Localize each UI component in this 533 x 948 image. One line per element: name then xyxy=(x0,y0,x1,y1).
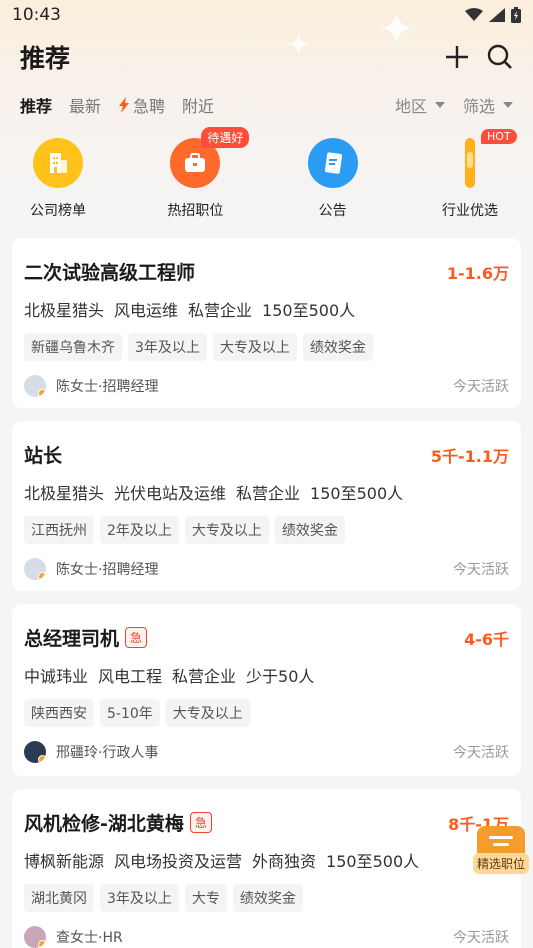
tag: 新疆乌鲁木齐 xyxy=(24,333,122,361)
featured-jobs-label: 精选职位 xyxy=(472,853,529,874)
urgent-badge: 急 xyxy=(125,627,148,648)
tag: 3年及以上 xyxy=(128,333,207,361)
status-time: 10:43 xyxy=(12,5,61,25)
badge-good-benefits: 待遇好 xyxy=(201,127,250,148)
tab-urgent[interactable]: 急聘 xyxy=(118,93,165,117)
search-icon[interactable] xyxy=(487,44,513,70)
quick-link-label: 公司榜单 xyxy=(30,203,86,219)
badge-hot: HOT xyxy=(480,129,517,144)
tag: 绩效奖金 xyxy=(232,884,303,912)
tag: 绩效奖金 xyxy=(302,333,373,361)
urgent-badge: 急 xyxy=(189,812,212,833)
medal-icon xyxy=(462,138,478,188)
document-icon xyxy=(307,138,358,188)
caret-down-icon xyxy=(434,102,445,108)
avatar xyxy=(24,741,46,763)
quick-link-label: 热招职位 xyxy=(167,203,224,219)
job-tags: 江西抚州 2年及以上 大专及以上 绩效奖金 xyxy=(24,516,509,544)
job-card[interactable]: 总经理司机 急 4-6千 中诚玮业 风电工程 私营企业 少于50人 陕西西安 5… xyxy=(12,604,521,776)
quick-link-label: 行业优选 xyxy=(441,203,498,219)
avatar xyxy=(24,375,46,397)
tag: 2年及以上 xyxy=(100,516,179,544)
caret-down-icon xyxy=(503,102,513,108)
tab-bar: 推荐 最新 急聘 附近 地区 筛选 xyxy=(0,90,533,120)
job-card[interactable]: 站长 5千-1.1万 北极星猎头 光伏电站及运维 私营企业 150至500人 江… xyxy=(12,421,521,591)
job-title: 风机检修-湖北黄梅 急 xyxy=(24,809,212,836)
salary: 1-1.6万 xyxy=(446,263,509,283)
signal-icon xyxy=(489,8,505,22)
region-filter[interactable]: 地区 xyxy=(395,93,445,117)
tag: 大专 xyxy=(184,884,227,912)
status-icons xyxy=(465,7,521,23)
status-bar: 10:43 xyxy=(0,0,533,30)
job-title: 站长 xyxy=(24,445,63,467)
tag: 3年及以上 xyxy=(100,884,179,912)
tag: 5-10年 xyxy=(100,699,160,727)
recruiter: 邢疆玲·行政人事 xyxy=(24,741,158,763)
list-box-icon xyxy=(477,826,525,856)
activity-status: 今天活跃 xyxy=(453,930,509,946)
tag: 大专及以上 xyxy=(212,333,297,361)
avatar xyxy=(24,926,46,948)
quick-link-company-ranking[interactable]: 公司榜单 xyxy=(8,130,108,225)
company-info: 北极星猎头 光伏电站及运维 私营企业 150至500人 xyxy=(24,484,404,503)
quick-link-industry-picks[interactable]: HOT 行业优选 xyxy=(420,129,520,225)
job-card[interactable]: 风机检修-湖北黄梅 急 8千-1万 博枫新能源 风电场投资及运营 外商独资 15… xyxy=(12,789,521,948)
salary: 4-6千 xyxy=(464,629,509,649)
job-tags: 湖北黄冈 3年及以上 大专 绩效奖金 xyxy=(24,884,509,912)
screen-filter[interactable]: 筛选 xyxy=(463,93,513,117)
tab-latest[interactable]: 最新 xyxy=(69,93,101,117)
quick-link-hot-jobs[interactable]: 待遇好 热招职位 xyxy=(145,127,250,225)
activity-status: 今天活跃 xyxy=(453,745,509,761)
job-title: 总经理司机 急 xyxy=(24,624,148,651)
recruiter: 陈女士·招聘经理 xyxy=(24,375,158,397)
job-tags: 新疆乌鲁木齐 3年及以上 大专及以上 绩效奖金 xyxy=(24,333,509,361)
lightning-icon xyxy=(119,97,130,113)
recruiter: 陈女士·招聘经理 xyxy=(24,558,158,580)
featured-jobs-button[interactable]: 精选职位 xyxy=(471,826,531,880)
job-tags: 陕西西安 5-10年 大专及以上 xyxy=(24,699,509,727)
quick-link-announcement[interactable]: 公告 xyxy=(283,130,383,225)
company-info: 中诚玮业 风电工程 私营企业 少于50人 xyxy=(24,667,315,686)
building-icon xyxy=(33,138,83,188)
add-icon[interactable] xyxy=(445,45,469,69)
job-card[interactable]: 二次试验高级工程师 1-1.6万 北极星猎头 风电运维 私营企业 150至500… xyxy=(12,238,521,408)
salary: 5千-1.1万 xyxy=(430,446,509,466)
activity-status: 今天活跃 xyxy=(453,562,509,578)
tag: 大专及以上 xyxy=(184,516,269,544)
tag: 湖北黄冈 xyxy=(24,884,94,912)
tag: 江西抚州 xyxy=(24,516,94,544)
activity-status: 今天活跃 xyxy=(453,379,509,395)
page-title: 推荐 xyxy=(20,44,71,73)
avatar xyxy=(24,558,46,580)
company-info: 北极星猎头 风电运维 私营企业 150至500人 xyxy=(24,301,356,320)
company-info: 博枫新能源 风电场投资及运营 外商独资 150至500人 xyxy=(24,852,420,871)
quick-link-label: 公告 xyxy=(318,203,347,219)
wifi-icon xyxy=(465,8,483,21)
quick-links: 公司榜单 待遇好 热招职位 公告 HOT 行业优选 xyxy=(0,127,533,225)
tag: 大专及以上 xyxy=(165,699,250,727)
tag: 绩效奖金 xyxy=(274,516,345,544)
job-title: 二次试验高级工程师 xyxy=(24,262,196,284)
header: 推荐 xyxy=(0,36,533,78)
battery-icon xyxy=(511,7,521,23)
recruiter: 查女士·HR xyxy=(24,926,123,948)
tab-recommend[interactable]: 推荐 xyxy=(20,93,52,117)
tag: 陕西西安 xyxy=(24,699,94,727)
tab-nearby[interactable]: 附近 xyxy=(182,93,214,117)
